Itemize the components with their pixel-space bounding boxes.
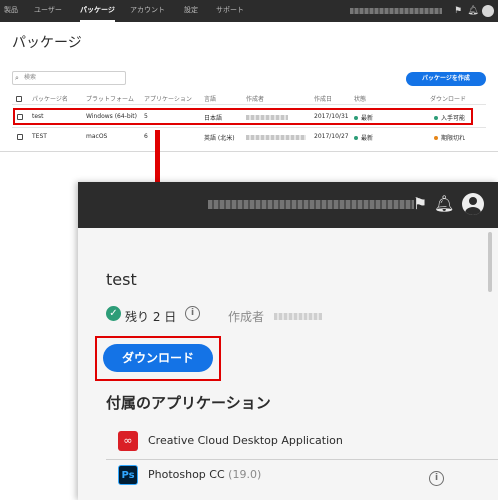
selected-row-highlight bbox=[13, 108, 473, 125]
package-download-state: 期限切れ bbox=[434, 133, 465, 142]
remaining-days: 残り 2 日 bbox=[125, 310, 177, 324]
divider bbox=[12, 104, 486, 105]
status-dot-icon bbox=[354, 135, 358, 140]
package-status: 最新 bbox=[354, 133, 373, 142]
nav-tab-settings[interactable]: 設定 bbox=[184, 0, 198, 22]
column-header-download[interactable]: ダウンロード bbox=[430, 94, 466, 103]
creator-label: 作成者 bbox=[228, 310, 265, 324]
page-title: パッケージ bbox=[12, 35, 82, 51]
top-nav-bar: 製品 ユーザー パッケージ アカウント 設定 サポート ⚑ 🔔︎ bbox=[0, 0, 498, 22]
nav-tab-users[interactable]: ユーザー bbox=[34, 0, 62, 22]
creator-redacted bbox=[246, 135, 306, 140]
divider bbox=[12, 127, 486, 128]
creator-redacted bbox=[274, 313, 322, 320]
app-version: (19.0) bbox=[228, 468, 262, 481]
column-header-date[interactable]: 作成日 bbox=[314, 94, 332, 103]
download-button[interactable]: ダウンロード bbox=[103, 344, 213, 372]
column-header-creator[interactable]: 作成者 bbox=[246, 94, 264, 103]
app-name: Photoshop CC bbox=[148, 468, 225, 481]
package-app-count: 6 bbox=[144, 133, 148, 140]
package-status-label: 最新 bbox=[361, 135, 374, 142]
package-name[interactable]: TEST bbox=[32, 133, 47, 140]
scrollbar[interactable] bbox=[488, 232, 492, 292]
divider bbox=[106, 459, 498, 460]
package-date: 2017/10/27 bbox=[314, 133, 349, 140]
check-circle-icon: ✓ bbox=[106, 306, 121, 321]
package-platform: macOS bbox=[86, 133, 108, 140]
bell-icon[interactable]: 🔔︎ bbox=[467, 5, 479, 17]
download-dot-icon bbox=[434, 135, 438, 140]
avatar[interactable] bbox=[462, 193, 484, 215]
composite-screenshot: 製品 ユーザー パッケージ アカウント 設定 サポート ⚑ 🔔︎ パッケージ ⌕… bbox=[0, 0, 498, 500]
creative-cloud-icon: ∞ bbox=[118, 431, 138, 451]
search-icon: ⌕ bbox=[15, 74, 19, 82]
package-list-screen: 製品 ユーザー パッケージ アカウント 設定 サポート ⚑ 🔔︎ パッケージ ⌕… bbox=[0, 0, 498, 152]
included-apps-heading: 付属のアプリケーション bbox=[106, 394, 271, 412]
nav-tab-packages[interactable]: パッケージ bbox=[80, 0, 115, 22]
flag-icon[interactable]: ⚑ bbox=[410, 194, 430, 214]
package-title: test bbox=[106, 270, 137, 289]
column-header-status[interactable]: 状態 bbox=[354, 94, 366, 103]
account-email-redacted bbox=[208, 200, 414, 209]
package-language: 英語 (北米) bbox=[204, 135, 235, 142]
info-icon[interactable]: i bbox=[429, 471, 444, 486]
search-placeholder: 検索 bbox=[24, 74, 37, 81]
arrow-down-icon bbox=[155, 130, 160, 190]
row-checkbox[interactable] bbox=[17, 134, 23, 140]
column-header-language[interactable]: 言語 bbox=[204, 94, 216, 103]
select-all-checkbox[interactable] bbox=[16, 96, 22, 102]
create-package-button[interactable]: パッケージを作成 bbox=[406, 72, 486, 86]
photoshop-icon: Ps bbox=[118, 465, 138, 485]
bell-icon[interactable]: 🔔︎ bbox=[434, 194, 454, 214]
nav-tab-support[interactable]: サポート bbox=[216, 0, 244, 22]
column-header-platform[interactable]: プラットフォーム bbox=[86, 94, 134, 103]
package-download-label: 期限切れ bbox=[441, 135, 466, 142]
info-icon[interactable]: i bbox=[185, 306, 200, 321]
top-nav-bar: ⚑ 🔔︎ bbox=[78, 182, 498, 228]
column-header-name[interactable]: パッケージ名 bbox=[32, 94, 68, 103]
nav-tab-products[interactable]: 製品 bbox=[4, 0, 18, 22]
account-email-redacted bbox=[350, 8, 442, 14]
nav-tab-account[interactable]: アカウント bbox=[130, 0, 165, 22]
app-name-with-version: Photoshop CC (19.0) bbox=[148, 468, 261, 481]
list-item: ∞ Creative Cloud Desktop Application bbox=[118, 428, 488, 454]
search-input[interactable]: ⌕ 検索 bbox=[12, 71, 126, 85]
avatar[interactable] bbox=[482, 5, 494, 17]
column-header-apps[interactable]: アプリケーション bbox=[144, 94, 192, 103]
package-detail-screen: ⚑ 🔔︎ test ✓ 残り 2 日 i 作成者 ダウンロード 付属のアプリケー… bbox=[78, 182, 498, 500]
app-name: Creative Cloud Desktop Application bbox=[148, 434, 343, 447]
flag-icon[interactable]: ⚑ bbox=[452, 5, 464, 17]
